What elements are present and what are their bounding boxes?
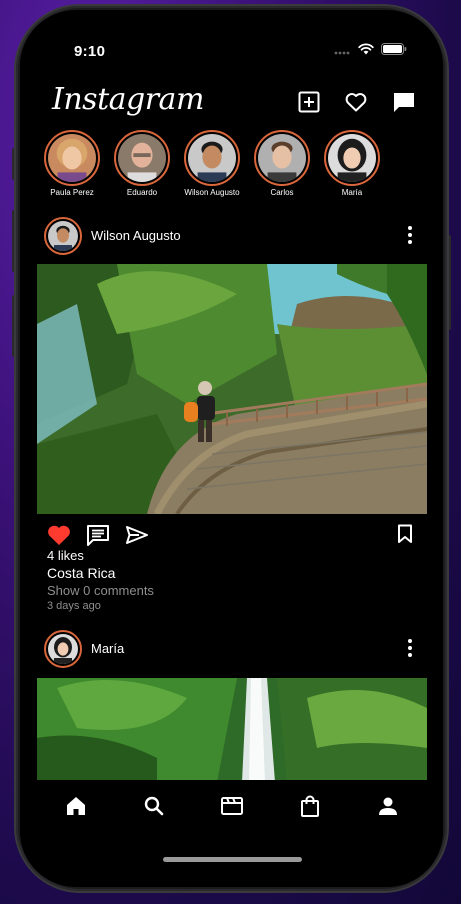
post-avatar-ring[interactable] — [44, 630, 82, 668]
messages-icon[interactable] — [392, 90, 416, 114]
post-caption: Costa Rica — [47, 565, 116, 581]
status-bar: 9:10 — [20, 10, 443, 70]
profile-icon[interactable] — [376, 794, 400, 818]
top-app-bar: Instagram — [20, 80, 443, 124]
heart-icon[interactable] — [344, 90, 368, 114]
story-label: María — [341, 188, 363, 197]
avatar — [48, 221, 78, 251]
power-button — [447, 235, 451, 330]
avatar — [48, 634, 78, 664]
like-heart-filled-icon[interactable] — [47, 524, 71, 546]
story-ring — [254, 130, 310, 186]
search-icon[interactable] — [142, 794, 166, 818]
avatar — [258, 134, 306, 182]
post-header: Wilson Augusto — [20, 217, 443, 257]
more-options-icon[interactable] — [407, 638, 413, 658]
phone-screen: 9:10 Instagram Paula Perez Eduardo Wilso… — [20, 10, 443, 887]
story-label: Paula Perez — [50, 188, 94, 197]
story-label: Wilson Augusto — [184, 188, 240, 197]
story-maria[interactable]: María — [317, 130, 387, 197]
home-icon[interactable] — [64, 794, 88, 818]
avatar — [328, 134, 376, 182]
avatar — [48, 134, 96, 182]
shop-icon[interactable] — [298, 794, 322, 818]
story-carlos[interactable]: Carlos — [247, 130, 317, 197]
avatar — [118, 134, 166, 182]
post-timestamp: 3 days ago — [47, 600, 101, 612]
bottom-tab-bar — [20, 780, 443, 887]
post-header: María — [20, 630, 443, 670]
story-wilson-augusto[interactable]: Wilson Augusto — [177, 130, 247, 197]
battery-icon — [381, 43, 407, 55]
avatar — [188, 134, 236, 182]
story-ring — [324, 130, 380, 186]
likes-count[interactable]: 4 likes — [47, 548, 84, 563]
story-label: Eduardo — [126, 188, 158, 197]
post-image[interactable] — [37, 678, 427, 782]
instagram-logo: Instagram — [52, 82, 204, 117]
reels-icon[interactable] — [220, 794, 244, 818]
post-image[interactable] — [37, 264, 427, 514]
story-paula-perez[interactable]: Paula Perez — [37, 130, 107, 197]
story-ring — [114, 130, 170, 186]
story-eduardo[interactable]: Eduardo — [107, 130, 177, 197]
share-send-icon[interactable] — [125, 524, 149, 546]
bookmark-icon[interactable] — [397, 524, 413, 544]
comment-icon[interactable] — [86, 524, 110, 546]
post-actions — [47, 524, 417, 550]
post-username[interactable]: María — [91, 641, 124, 656]
story-ring — [184, 130, 240, 186]
post-avatar-ring[interactable] — [44, 217, 82, 255]
home-indicator — [163, 857, 302, 862]
wifi-icon — [358, 43, 374, 55]
status-icons — [334, 43, 407, 55]
story-label: Carlos — [270, 188, 294, 197]
post-username[interactable]: Wilson Augusto — [91, 228, 181, 243]
add-post-icon[interactable] — [297, 90, 321, 114]
status-time: 9:10 — [74, 43, 106, 60]
signal-icon — [334, 51, 350, 54]
story-ring — [44, 130, 100, 186]
more-options-icon[interactable] — [407, 225, 413, 245]
show-comments-link[interactable]: Show 0 comments — [47, 583, 154, 598]
stories-row: Paula Perez Eduardo Wilson Augusto Carlo… — [20, 130, 443, 198]
